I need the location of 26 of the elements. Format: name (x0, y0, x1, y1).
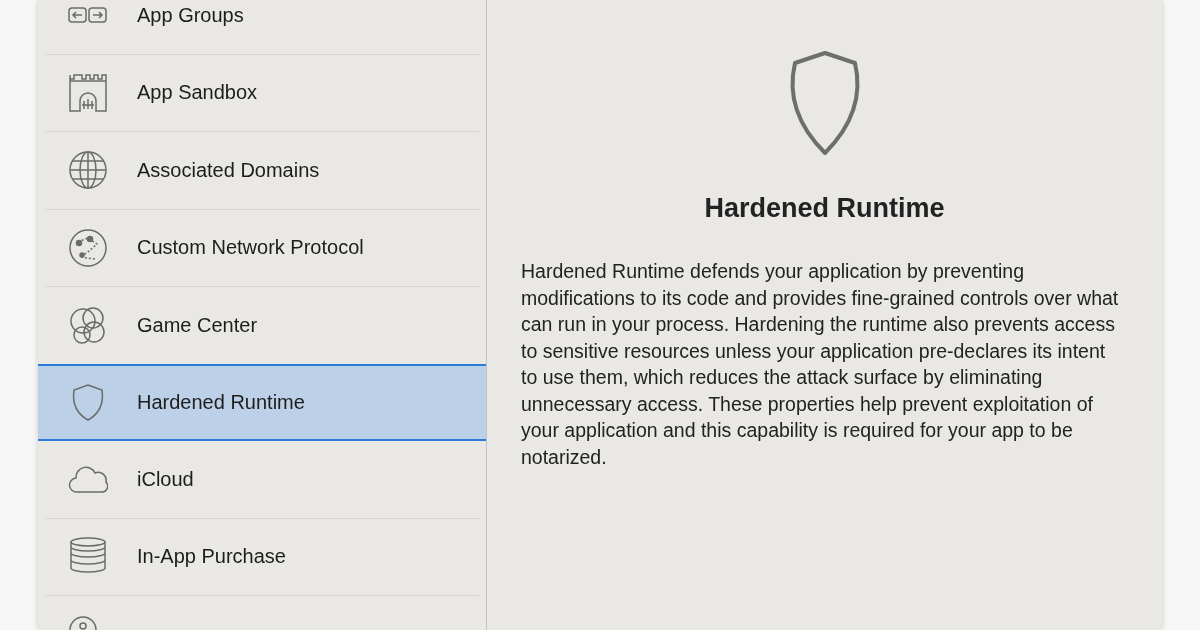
item-label: Associated Domains (137, 158, 320, 182)
item-label: Hardened Runtime (137, 390, 305, 414)
sidebar-item[interactable]: Associated Domains (46, 132, 479, 210)
keychain-icon (69, 616, 97, 630)
item-label: Custom Network Protocol (137, 236, 364, 260)
cloud-icon (68, 466, 108, 493)
item-label: App Groups (137, 3, 244, 27)
castle-icon (69, 74, 107, 112)
group-arrows-icon (68, 7, 107, 23)
sidebar-item[interactable]: Custom Network Protocol (46, 209, 479, 287)
item-label: App Sandbox (137, 81, 258, 105)
globe-icon (69, 151, 107, 189)
network-globe-icon (69, 229, 107, 267)
item-label: In-App Purchase (137, 545, 286, 569)
sidebar-item[interactable]: In-App Purchase (46, 518, 479, 596)
coins-icon (70, 537, 106, 573)
description: Hardened Runtime defends your application by preventing modifications to its code and provides fine-grained controls over what can run in your process. Hardening the runtime also prevents access to sensitive resources unless your application pre-declares its intent to use them, which reduces the attack surface by eliminating unnecessary access. These properties help prevent exploitation of your application and this capability is required for your app to be notarized. (521, 259, 1119, 470)
shield-icon (72, 384, 104, 421)
item-label: iCloud (137, 467, 194, 491)
overlapping-circles-icon (70, 307, 105, 344)
detail-title: Hardened Runtime (704, 193, 945, 224)
sidebar-item[interactable]: App Groups (46, 0, 479, 55)
sidebar-item[interactable]: App Sandbox (46, 54, 479, 132)
sidebar-item[interactable]: Hardened Runtime (38, 363, 486, 441)
sidebar-item[interactable]: iCloud (46, 441, 479, 519)
item-label: Game Center (137, 313, 258, 337)
